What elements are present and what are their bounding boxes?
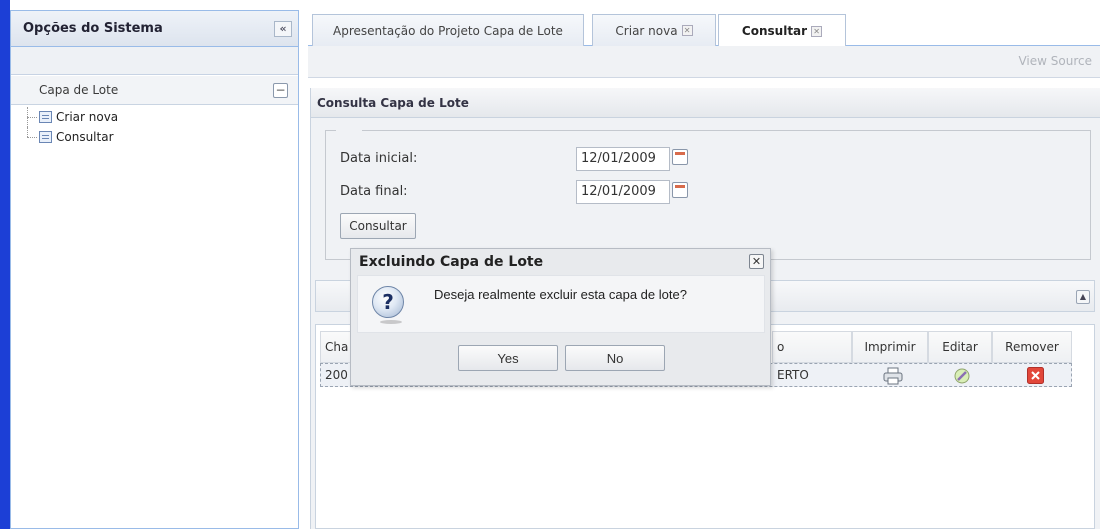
tab-label: Apresentação do Projeto Capa de Lote: [333, 23, 563, 38]
yes-button[interactable]: Yes: [458, 345, 558, 371]
column-header-editar[interactable]: Editar: [928, 331, 992, 363]
panel-title: Consulta Capa de Lote: [317, 95, 469, 110]
edit-icon[interactable]: [953, 367, 971, 385]
cell-chave: 200: [325, 368, 348, 382]
tab-criar-nova[interactable]: Criar nova ✕: [592, 14, 716, 46]
data-inicial-label: Data inicial:: [340, 151, 418, 166]
printer-icon[interactable]: [883, 367, 903, 385]
data-final-label: Data final:: [340, 184, 408, 199]
tab-consultar[interactable]: Consultar ✕: [718, 14, 846, 47]
close-tab-icon[interactable]: ✕: [811, 25, 823, 37]
delete-confirm-dialog: Excluindo Capa de Lote ✕ ? Deseja realme…: [350, 248, 771, 386]
tab-apresentacao[interactable]: Apresentação do Projeto Capa de Lote: [312, 14, 584, 46]
question-icon-shadow: [380, 320, 402, 324]
calendar-icon[interactable]: [672, 182, 688, 198]
tree-item-consultar[interactable]: Consultar: [11, 127, 298, 147]
calendar-icon[interactable]: [672, 149, 688, 165]
column-header-status[interactable]: o: [772, 331, 852, 363]
close-tab-icon[interactable]: ✕: [681, 25, 693, 36]
collapse-up-icon[interactable]: ▲: [1076, 290, 1090, 304]
column-header-imprimir[interactable]: Imprimir: [852, 331, 928, 363]
data-inicial-field[interactable]: 12/01/2009: [576, 147, 670, 171]
dialog-title: Excluindo Capa de Lote: [359, 254, 544, 270]
dialog-close-icon[interactable]: ✕: [749, 254, 764, 269]
tree-item-label: Consultar: [56, 130, 114, 144]
dialog-message: Deseja realmente excluir esta capa de lo…: [434, 287, 687, 302]
tree-item-label: Criar nova: [56, 110, 119, 124]
accordion-collapse-icon[interactable]: −: [273, 83, 288, 98]
sidebar-title: Opções do Sistema: [23, 21, 163, 36]
delete-icon[interactable]: [1027, 367, 1044, 384]
accordion-title: Capa de Lote: [39, 83, 119, 97]
system-options-sidebar: Opções do Sistema « Capa de Lote − Criar…: [10, 10, 299, 529]
question-icon: ?: [372, 286, 404, 318]
tab-strip: Apresentação do Projeto Capa de Lote Cri…: [308, 10, 1100, 47]
column-header-remover[interactable]: Remover: [992, 331, 1072, 363]
menu-tree: Criar nova Consultar: [11, 105, 298, 147]
dialog-body: ? Deseja realmente excluir esta capa de …: [357, 275, 765, 333]
search-fieldset: Data inicial: 12/01/2009 Data final: 12/…: [325, 130, 1091, 260]
dialog-titlebar[interactable]: Excluindo Capa de Lote ✕: [351, 249, 770, 275]
sidebar-header: Opções do Sistema «: [11, 11, 298, 47]
tree-item-criar-nova[interactable]: Criar nova: [11, 107, 298, 127]
collapse-sidebar-icon[interactable]: «: [274, 21, 292, 37]
tab-label: Consultar: [741, 24, 808, 38]
sidebar-toolbar: [11, 47, 298, 75]
no-button[interactable]: No: [565, 345, 665, 371]
consultar-button[interactable]: Consultar: [340, 213, 416, 239]
cell-status: ERTO: [777, 368, 809, 382]
tab-label: Criar nova: [615, 23, 678, 38]
view-source-link[interactable]: View Source: [1018, 54, 1092, 68]
fieldset-legend: [336, 130, 362, 132]
list-icon: [39, 131, 52, 143]
accordion-header-capa-de-lote[interactable]: Capa de Lote −: [11, 75, 298, 105]
source-toolbar: View Source: [308, 46, 1100, 78]
panel-header: Consulta Capa de Lote: [311, 88, 1100, 118]
left-accent-bar: [0, 0, 10, 529]
data-final-field[interactable]: 12/01/2009: [576, 180, 670, 204]
list-icon: [39, 111, 52, 123]
